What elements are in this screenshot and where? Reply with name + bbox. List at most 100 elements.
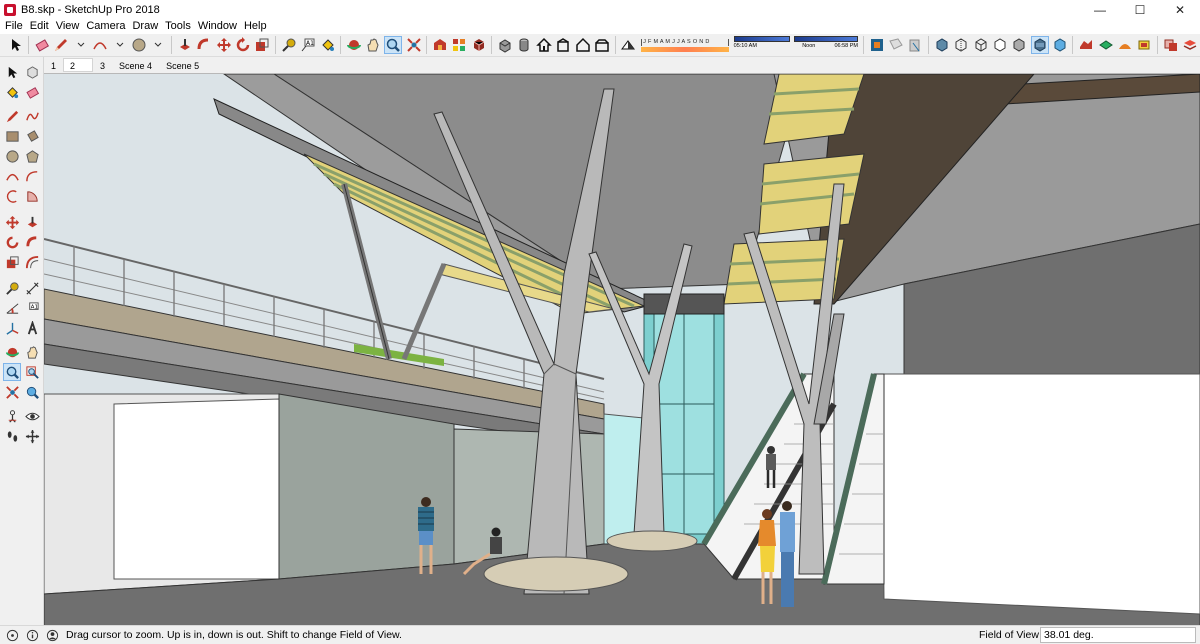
paint-bucket-tool[interactable]: [3, 83, 21, 101]
position-camera-tool[interactable]: [3, 407, 21, 425]
arc-dropdown[interactable]: [111, 36, 127, 54]
previous-view-tool[interactable]: [23, 383, 41, 401]
shadows-toggle-button[interactable]: [497, 36, 513, 54]
zoom-extents-tool[interactable]: [3, 383, 21, 401]
line-tool[interactable]: [3, 107, 21, 125]
scene-tab-3[interactable]: 3: [93, 58, 112, 72]
style-textured-button[interactable]: [1030, 36, 1049, 54]
zoom-tool-button[interactable]: [384, 36, 403, 54]
sandbox-stamp-button[interactable]: [1136, 36, 1152, 54]
eraser-tool[interactable]: [23, 83, 41, 101]
zoom-extents-button[interactable]: [405, 36, 421, 54]
menu-help[interactable]: Help: [242, 19, 272, 34]
polygon-tool[interactable]: [23, 147, 41, 165]
section-plane-tool[interactable]: [23, 427, 41, 445]
scene-tab-2[interactable]: 2: [63, 58, 94, 72]
push-pull-tool[interactable]: [23, 213, 41, 231]
solid-tools-button[interactable]: [1162, 36, 1178, 54]
view-front-button[interactable]: [575, 36, 591, 54]
paint-bucket-tool-button[interactable]: [319, 36, 335, 54]
look-around-tool[interactable]: [23, 407, 41, 425]
menu-tools[interactable]: Tools: [163, 19, 196, 34]
make-component-tool[interactable]: [23, 63, 41, 81]
rectangle-tool[interactable]: [3, 127, 21, 145]
zoom-window-tool[interactable]: [23, 363, 41, 381]
scene-tab-1[interactable]: 1: [44, 58, 63, 72]
menu-file[interactable]: File: [3, 19, 28, 34]
shadow-date-slider[interactable]: J F M A M J J A S O N D: [641, 36, 729, 54]
offset-tool[interactable]: [23, 253, 41, 271]
text-tool[interactable]: A1: [23, 299, 41, 317]
sandbox-smoove-button[interactable]: [1117, 36, 1133, 54]
protractor-tool[interactable]: [3, 299, 21, 317]
style-wireframe-button[interactable]: [972, 36, 988, 54]
user-account-icon[interactable]: [44, 627, 60, 643]
arc-tool[interactable]: [3, 167, 21, 185]
view-right-button[interactable]: [594, 36, 610, 54]
follow-me-tool[interactable]: [23, 233, 41, 251]
fog-toggle-button[interactable]: [516, 36, 532, 54]
pencil-dropdown[interactable]: [73, 36, 89, 54]
scene-tab-4[interactable]: Scene 4: [112, 58, 159, 72]
pie-tool[interactable]: [23, 187, 41, 205]
scale-tool-button[interactable]: [254, 36, 270, 54]
section-plane-button[interactable]: [868, 36, 884, 54]
3d-text-tool[interactable]: [23, 319, 41, 337]
pencil-tool-button[interactable]: [53, 36, 69, 54]
extension-warehouse-button[interactable]: [471, 36, 487, 54]
tape-measure-tool[interactable]: [3, 279, 21, 297]
pan-tool-button[interactable]: [365, 36, 381, 54]
close-button[interactable]: ✕: [1160, 0, 1200, 19]
geo-location-icon[interactable]: [4, 627, 20, 643]
text-tool-button[interactable]: A1: [300, 36, 316, 54]
shadow-time-start-slider[interactable]: 05:10 AM: [733, 36, 791, 54]
credits-icon[interactable]: [24, 627, 40, 643]
style-back-edges-button[interactable]: [953, 36, 969, 54]
freehand-tool[interactable]: [23, 107, 41, 125]
circle-tool[interactable]: [3, 147, 21, 165]
date-slider-track[interactable]: [641, 46, 729, 52]
model-viewport[interactable]: [44, 73, 1200, 625]
menu-draw[interactable]: Draw: [130, 19, 163, 34]
follow-me-tool-button[interactable]: [196, 36, 212, 54]
three-point-arc-tool[interactable]: [3, 187, 21, 205]
view-iso-button[interactable]: [536, 36, 552, 54]
push-pull-tool-button[interactable]: [177, 36, 193, 54]
pan-tool[interactable]: [23, 343, 41, 361]
zoom-tool[interactable]: [3, 363, 21, 381]
display-section-planes-button[interactable]: [907, 36, 923, 54]
display-section-cuts-button[interactable]: [888, 36, 904, 54]
minimize-button[interactable]: —: [1080, 0, 1120, 19]
sandbox-from-scratch-button[interactable]: [1097, 36, 1113, 54]
orbit-tool-button[interactable]: [346, 36, 362, 54]
view-top-button[interactable]: [555, 36, 571, 54]
rotate-tool[interactable]: [3, 233, 21, 251]
components-button[interactable]: [451, 36, 467, 54]
3d-warehouse-button[interactable]: [432, 36, 448, 54]
style-xray-button[interactable]: [934, 36, 950, 54]
orbit-tool[interactable]: [3, 343, 21, 361]
shape-dropdown[interactable]: [150, 36, 166, 54]
two-point-arc-tool[interactable]: [23, 167, 41, 185]
select-tool-button[interactable]: [8, 36, 24, 54]
menu-view[interactable]: View: [54, 19, 85, 34]
maximize-button[interactable]: ☐: [1120, 0, 1160, 19]
shape-tool-button[interactable]: [131, 36, 147, 54]
menu-camera[interactable]: Camera: [84, 19, 130, 34]
shadow-time-slider[interactable]: Noon 06:58 PM: [794, 36, 859, 54]
eraser-tool-button[interactable]: [34, 36, 50, 54]
menu-window[interactable]: Window: [196, 19, 242, 34]
rotate-tool-button[interactable]: [235, 36, 251, 54]
shadow-settings-button[interactable]: [620, 36, 636, 54]
axes-tool[interactable]: [3, 319, 21, 337]
measurements-input[interactable]: 38.01 deg.: [1040, 627, 1196, 643]
style-monochrome-button[interactable]: [1052, 36, 1068, 54]
scale-tool[interactable]: [3, 253, 21, 271]
walk-tool[interactable]: [3, 427, 21, 445]
style-hidden-line-button[interactable]: [992, 36, 1008, 54]
style-shaded-button[interactable]: [1011, 36, 1027, 54]
sandbox-from-contours-button[interactable]: [1078, 36, 1094, 54]
select-tool[interactable]: [3, 63, 21, 81]
move-tool[interactable]: [3, 213, 21, 231]
move-tool-button[interactable]: [215, 36, 231, 54]
